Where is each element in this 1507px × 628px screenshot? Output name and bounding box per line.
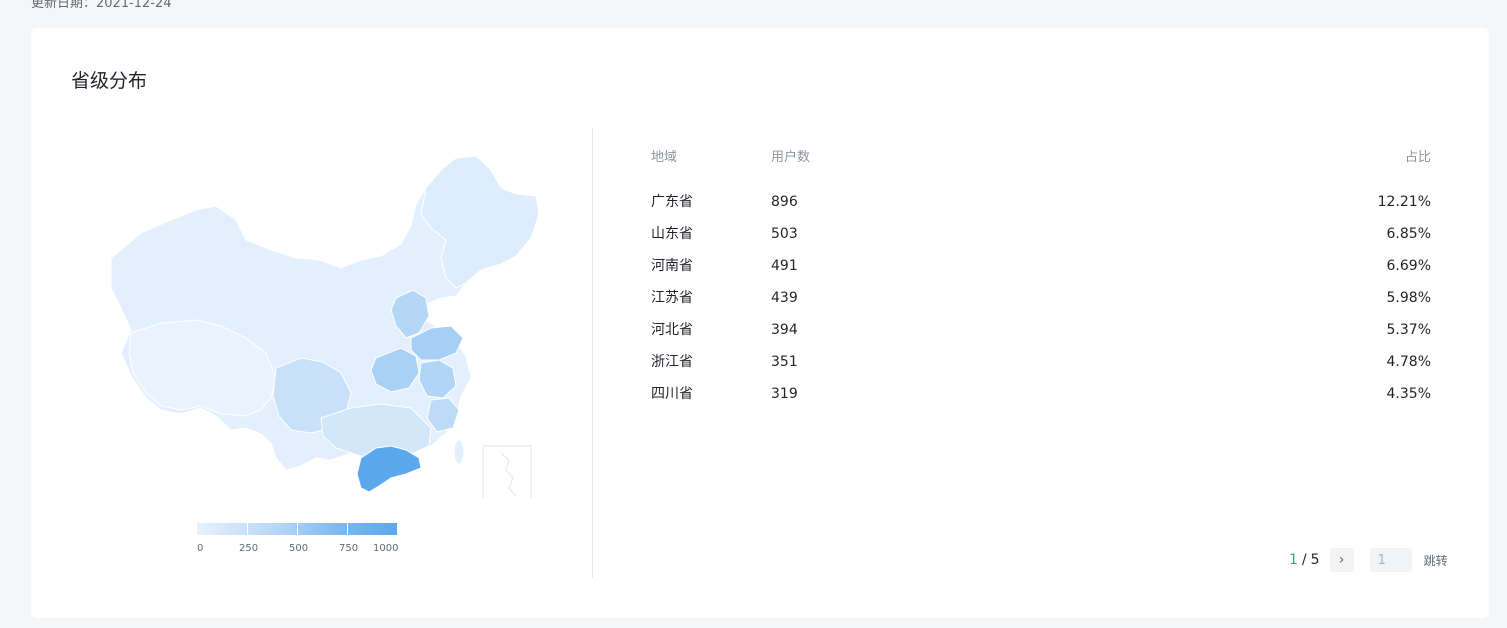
- table-row[interactable]: 河南省 491 6.69%: [651, 256, 1431, 288]
- table-row[interactable]: 广东省 896 12.21%: [651, 192, 1431, 224]
- chevron-right-icon: ›: [1338, 552, 1345, 568]
- column-header-share[interactable]: 占比: [1405, 148, 1431, 168]
- pagination-separator: /: [1301, 552, 1307, 568]
- pagination-current-page: 1: [1289, 552, 1298, 568]
- cell-users: 351: [771, 354, 798, 370]
- cell-users: 896: [771, 194, 798, 210]
- cell-region: 四川省: [651, 386, 693, 402]
- column-header-users[interactable]: 用户数: [771, 148, 810, 168]
- map-legend: 0 250 500 750 1000: [197, 523, 399, 559]
- south-china-sea-inset: [482, 445, 532, 498]
- page-jump-input[interactable]: [1369, 548, 1412, 572]
- legend-gradient-bar: [197, 523, 397, 535]
- cell-share: 4.35%: [1386, 386, 1431, 402]
- pagination: 1 / 5 › 跳转: [1289, 548, 1448, 572]
- cell-users: 491: [771, 258, 798, 274]
- cell-region: 江苏省: [651, 290, 693, 306]
- table-row[interactable]: 江苏省 439 5.98%: [651, 288, 1431, 320]
- table-row[interactable]: 山东省 503 6.85%: [651, 224, 1431, 256]
- cell-region: 河北省: [651, 322, 693, 338]
- page-jump-button[interactable]: 跳转: [1424, 552, 1448, 569]
- cell-share: 6.85%: [1386, 226, 1431, 242]
- legend-label: 750: [339, 543, 359, 554]
- cell-users: 503: [771, 226, 798, 242]
- map-region-taiwan: [453, 439, 465, 465]
- cell-share: 5.98%: [1386, 290, 1431, 306]
- cell-users: 319: [771, 386, 798, 402]
- cell-share: 6.69%: [1386, 258, 1431, 274]
- cell-share: 4.78%: [1386, 354, 1431, 370]
- cell-region: 山东省: [651, 226, 693, 242]
- card-title: 省级分布: [71, 70, 148, 92]
- cell-region: 广东省: [651, 194, 693, 210]
- china-province-map[interactable]: [61, 148, 541, 498]
- column-header-region[interactable]: 地域: [651, 148, 677, 168]
- update-date: 更新日期：2021-12-24: [31, 0, 172, 11]
- region-table: 地域 用户数 占比 广东省 896 12.21% 山东省 503 6.85% 河南省 491 6…: [651, 148, 1431, 416]
- table-row[interactable]: 四川省 319 4.35%: [651, 384, 1431, 416]
- legend-label: 500: [289, 543, 309, 554]
- cell-users: 394: [771, 322, 798, 338]
- next-page-button[interactable]: ›: [1329, 548, 1354, 572]
- table-header: 地域 用户数 占比: [651, 148, 1431, 192]
- legend-label: 0: [197, 543, 204, 554]
- cell-share: 12.21%: [1377, 194, 1431, 210]
- legend-label: 250: [239, 543, 259, 554]
- legend-label: 1000: [373, 543, 399, 554]
- cell-share: 5.37%: [1386, 322, 1431, 338]
- section-divider: [592, 128, 593, 578]
- table-row[interactable]: 浙江省 351 4.78%: [651, 352, 1431, 384]
- province-distribution-card: 省级分布 0 250 500 750 1000 地域 用户数 占比 广东省 89…: [31, 28, 1489, 618]
- pagination-total-pages: 5: [1310, 552, 1320, 568]
- table-row[interactable]: 河北省 394 5.37%: [651, 320, 1431, 352]
- cell-region: 河南省: [651, 258, 693, 274]
- cell-users: 439: [771, 290, 798, 306]
- cell-region: 浙江省: [651, 354, 693, 370]
